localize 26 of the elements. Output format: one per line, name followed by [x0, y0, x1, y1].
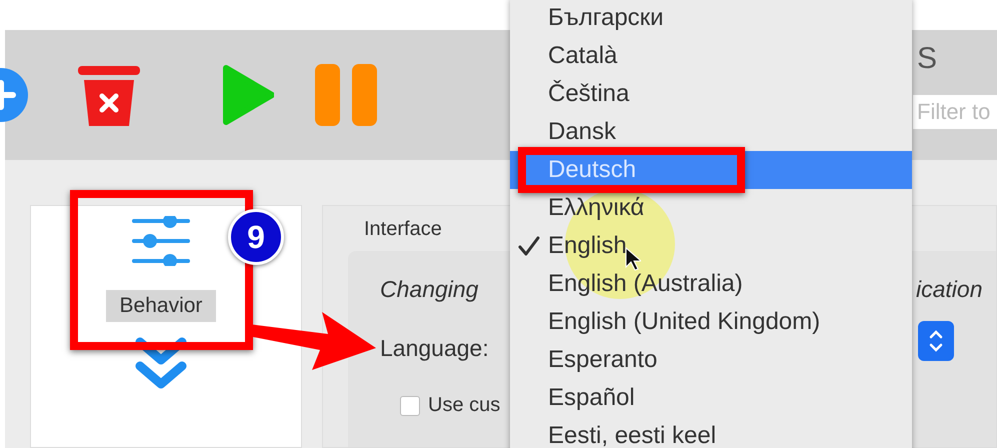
sliders-icon: [132, 216, 190, 266]
note-text: ication: [916, 276, 982, 303]
menu-item[interactable]: Čeština: [510, 75, 912, 113]
menu-item[interactable]: Български: [510, 0, 912, 37]
menu-item[interactable]: Dansk: [510, 113, 912, 151]
note-text: Changing: [380, 276, 480, 303]
menu-item[interactable]: English (United Kingdom): [510, 303, 912, 341]
menu-item[interactable]: Ελληνικά: [510, 189, 912, 227]
menu-item[interactable]: English: [510, 227, 912, 265]
menu-item[interactable]: Català: [510, 37, 912, 75]
cursor-icon: [625, 247, 641, 271]
language-label: Language:: [380, 335, 490, 362]
trash-icon[interactable]: [78, 64, 140, 126]
filter-field[interactable]: Filter to: [913, 95, 997, 129]
menu-item[interactable]: Español: [510, 379, 912, 417]
menu-item[interactable]: Eesti, eesti keel: [510, 417, 912, 448]
up-down-chevron-icon: [928, 328, 944, 354]
checkbox-label: Use cus: [428, 394, 500, 417]
sidebar-item[interactable]: Behavior: [106, 290, 216, 322]
menu-item[interactable]: Esperanto: [510, 341, 912, 379]
menu-item[interactable]: English (Australia): [510, 265, 912, 303]
checkbox[interactable]: [400, 396, 420, 416]
check-icon: [518, 236, 540, 256]
toolbar-label: S: [917, 42, 938, 76]
section-title: Interface: [364, 218, 443, 241]
stepper-button[interactable]: [918, 321, 954, 361]
